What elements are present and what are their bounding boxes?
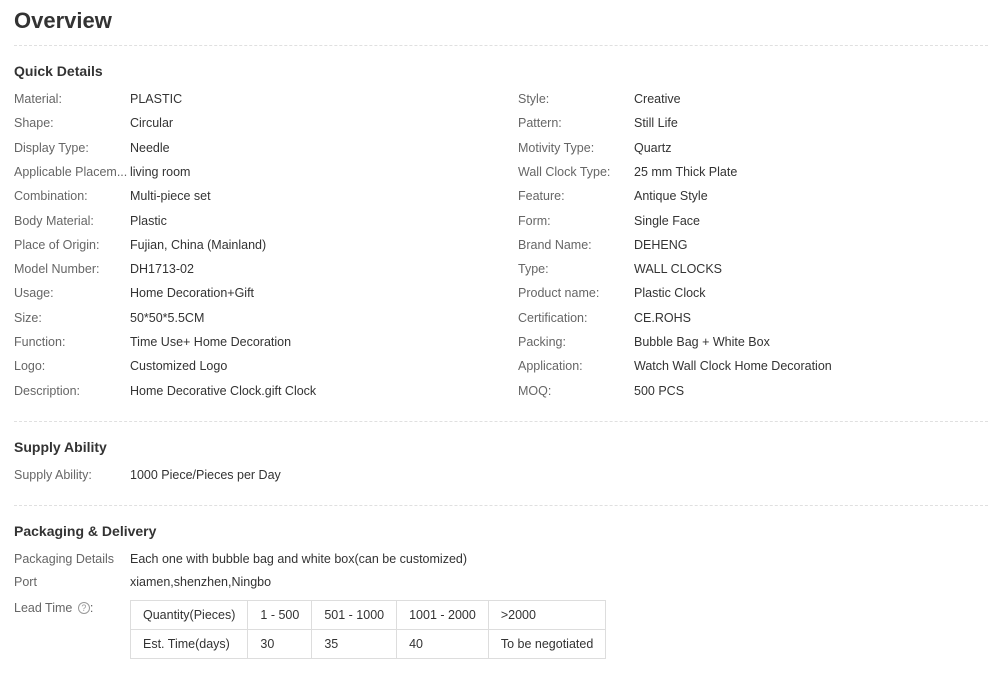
- detail-value: Antique Style: [634, 189, 708, 203]
- packaging-details-value: Each one with bubble bag and white box(c…: [130, 552, 468, 566]
- detail-value: WALL CLOCKS: [634, 262, 722, 276]
- detail-value: Circular: [130, 116, 174, 130]
- detail-label: Display Type:: [14, 141, 89, 155]
- detail-label: Applicable Placem...: [14, 165, 128, 179]
- lead-time-header-row: Quantity(Pieces) 1 - 500 501 - 1000 1001…: [129, 600, 607, 630]
- detail-label: Logo:: [14, 359, 46, 373]
- lead-time-cell: 501 - 1000: [311, 600, 398, 630]
- detail-value: Single Face: [634, 214, 701, 228]
- detail-label: Application:: [518, 359, 583, 373]
- detail-value: 500 PCS: [634, 384, 685, 398]
- detail-value: 50*50*5.5CM: [130, 311, 205, 325]
- lead-time-cell: Quantity(Pieces): [129, 600, 249, 630]
- detail-value: Still Life: [634, 116, 678, 130]
- detail-label: Description:: [14, 384, 80, 398]
- quick-details-heading: Quick Details: [14, 63, 103, 79]
- detail-label: Shape:: [14, 116, 54, 130]
- detail-value: Bubble Bag + White Box: [634, 335, 770, 349]
- detail-value: living room: [130, 165, 191, 179]
- detail-value: Watch Wall Clock Home Decoration: [634, 359, 832, 373]
- detail-label: MOQ:: [518, 384, 552, 398]
- port-value: xiamen,shenzhen,Ningbo: [130, 575, 272, 589]
- lead-time-label: Lead Time: [14, 601, 73, 615]
- packaging-details-label: Packaging Details: [14, 552, 115, 566]
- detail-value: Customized Logo: [130, 359, 228, 373]
- detail-value: Needle: [130, 141, 170, 155]
- detail-value: Quartz: [634, 141, 672, 155]
- detail-label: Form:: [518, 214, 551, 228]
- supply-ability-heading: Supply Ability: [14, 439, 107, 455]
- lead-time-cell: Est. Time(days): [129, 629, 249, 659]
- lead-time-cell: 40: [396, 629, 489, 659]
- detail-label: Size:: [14, 311, 42, 325]
- detail-value: Fujian, China (Mainland): [130, 238, 267, 252]
- detail-value: DEHENG: [634, 238, 688, 252]
- supply-ability-value: 1000 Piece/Pieces per Day: [130, 468, 281, 482]
- detail-label: Motivity Type:: [518, 141, 595, 155]
- detail-label: Feature:: [518, 189, 565, 203]
- detail-label: Place of Origin:: [14, 238, 100, 252]
- lead-time-table: Quantity(Pieces) 1 - 500 501 - 1000 1001…: [129, 600, 607, 659]
- help-icon[interactable]: ?: [77, 602, 90, 614]
- lead-time-cell: 1001 - 2000: [396, 600, 489, 630]
- detail-value: Plastic: [130, 214, 167, 228]
- detail-value: Multi-piece set: [130, 189, 211, 203]
- page-title: Overview: [14, 8, 112, 33]
- title-divider: [14, 45, 988, 46]
- detail-label: Certification:: [518, 311, 588, 325]
- detail-label: Wall Clock Type:: [518, 165, 611, 179]
- detail-value: 25 mm Thick Plate: [634, 165, 738, 179]
- detail-value: Creative: [634, 92, 681, 106]
- detail-label: Body Material:: [14, 214, 94, 228]
- detail-value: Plastic Clock: [634, 286, 706, 300]
- detail-label: Product name:: [518, 286, 600, 300]
- detail-label: Brand Name:: [518, 238, 592, 252]
- quick-details-divider: [14, 421, 988, 422]
- supply-ability-divider: [14, 505, 988, 506]
- detail-value: Home Decorative Clock.gift Clock: [130, 384, 317, 398]
- detail-label: Usage:: [14, 286, 54, 300]
- detail-label: Function:: [14, 335, 66, 349]
- detail-label: Model Number:: [14, 262, 100, 276]
- lead-time-cell: 35: [311, 629, 398, 659]
- detail-label: Packing:: [518, 335, 566, 349]
- detail-value: Home Decoration+Gift: [130, 286, 255, 300]
- lead-time-value-row: Est. Time(days) 30 35 40 To be negotiate…: [129, 629, 607, 659]
- detail-label: Combination:: [14, 189, 88, 203]
- detail-value: Time Use+ Home Decoration: [130, 335, 292, 349]
- lead-time-cell: To be negotiated: [487, 629, 607, 659]
- detail-value: DH1713-02: [130, 262, 194, 276]
- detail-label: Type:: [518, 262, 549, 276]
- lead-time-cell: 30: [247, 629, 313, 659]
- detail-label: Style:: [518, 92, 550, 106]
- detail-label: Pattern:: [518, 116, 562, 130]
- port-label: Port: [14, 575, 37, 589]
- packaging-delivery-heading: Packaging & Delivery: [14, 523, 157, 539]
- lead-time-label-wrap: Lead Time ?:: [14, 601, 94, 615]
- supply-ability-label: Supply Ability:: [14, 468, 92, 482]
- detail-value: PLASTIC: [130, 92, 183, 106]
- lead-time-cell: >2000: [487, 600, 607, 630]
- detail-label: Material:: [14, 92, 62, 106]
- lead-time-cell: 1 - 500: [247, 600, 313, 630]
- detail-value: CE.ROHS: [634, 311, 691, 325]
